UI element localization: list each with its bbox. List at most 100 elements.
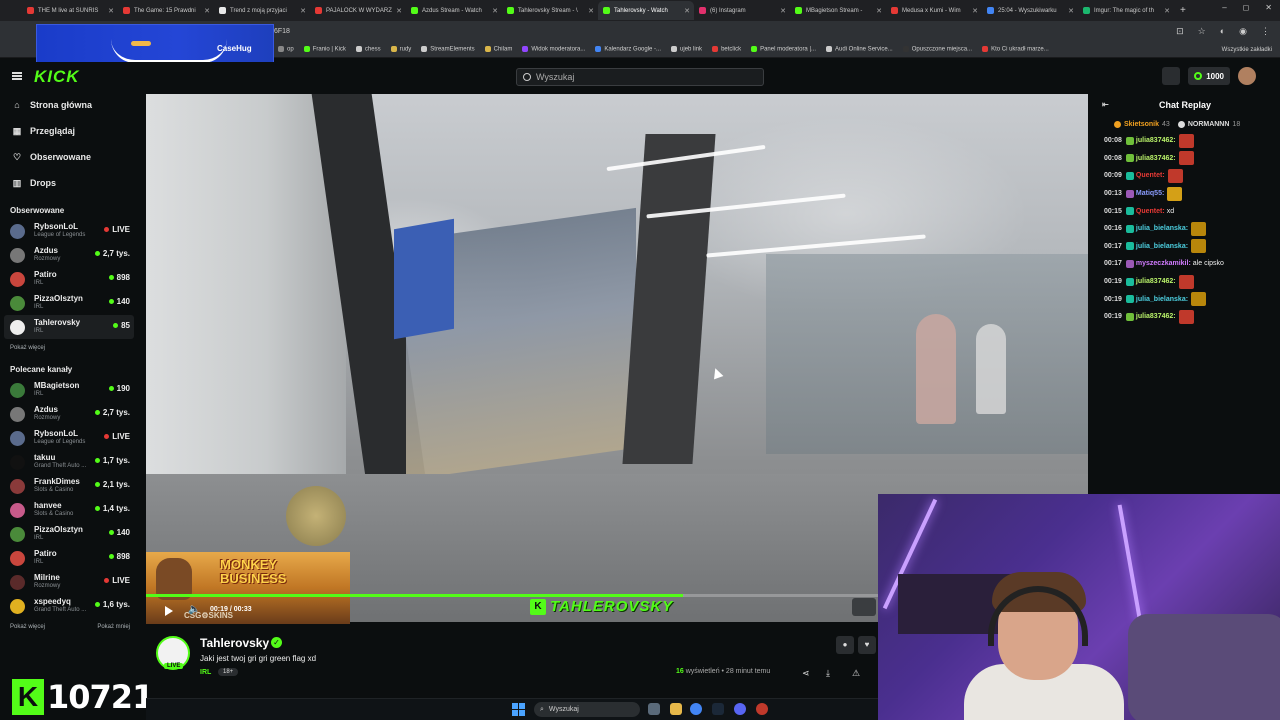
message-username[interactable]: julia837462: xyxy=(1136,155,1176,162)
bookmark-item[interactable]: Kto Ci ukradł marze... xyxy=(982,46,1049,53)
bookmark-item[interactable]: Widok moderatora... xyxy=(522,46,585,53)
tab-close-icon[interactable]: ✕ xyxy=(1068,7,1074,15)
browser-tab[interactable]: Imgur: The magic of th ✕ xyxy=(1078,1,1174,20)
settings-button[interactable] xyxy=(852,598,876,616)
top-gifter[interactable]: Skietsonik 43 xyxy=(1114,120,1170,128)
channel-item[interactable]: PizzaOlsztyn IRL 140 xyxy=(4,291,134,315)
channel-item[interactable]: Tahlerovsky IRL 85 xyxy=(4,315,134,339)
channel-item[interactable]: Azdus Rozmowy 2,7 tys. xyxy=(4,402,134,426)
bookmark-item[interactable]: ujeb link xyxy=(671,46,702,53)
channel-item[interactable]: Milrine Rozmowy LIVE xyxy=(4,570,134,594)
bookmark-item[interactable]: Audi Online Service... xyxy=(826,46,893,53)
chrome-icon[interactable] xyxy=(690,703,702,715)
taskbar-search[interactable]: ⌕ Wyszukaj xyxy=(534,702,640,717)
dashboard-icon[interactable] xyxy=(1162,67,1181,85)
channel-item[interactable]: xspeedyq Grand Theft Auto ... 1,6 tys. xyxy=(4,594,134,618)
message-username[interactable]: julia837462: xyxy=(1136,278,1176,285)
browser-tab[interactable]: THE M live at SUNRIS ✕ xyxy=(22,1,118,20)
bookmark-item[interactable]: Opuszczone miejsca... xyxy=(902,46,972,53)
followed-show-more[interactable]: Pokaż więcej xyxy=(10,345,45,351)
sidebar-nav-item[interactable]: ⌂ Strona główna xyxy=(0,92,140,118)
message-username[interactable]: Quentet: xyxy=(1136,172,1165,179)
hamburger-menu-icon[interactable] xyxy=(12,72,22,80)
window-control-button[interactable]: ◻ xyxy=(1243,3,1250,12)
window-control-button[interactable]: ✕ xyxy=(1265,3,1272,12)
tab-close-icon[interactable]: ✕ xyxy=(300,7,306,15)
all-bookmarks-button[interactable]: Wszystkie zakładki xyxy=(1222,47,1272,53)
bookmark-item[interactable]: chess xyxy=(355,46,381,53)
message-username[interactable]: Matiq55: xyxy=(1136,190,1164,197)
channel-item[interactable]: PizzaOlsztyn IRL 140 xyxy=(4,522,134,546)
bookmark-item[interactable]: StreamElements xyxy=(421,46,475,53)
sidebar-nav-item[interactable]: ♡ Obserwowane xyxy=(0,144,140,170)
user-avatar[interactable] xyxy=(1238,67,1256,85)
bookmark-item[interactable]: Chilam xyxy=(484,46,512,53)
menu-icon[interactable]: ⋮ xyxy=(1261,26,1270,37)
sidebar-nav-item[interactable]: ▥ Drops xyxy=(0,170,140,196)
profile-icon[interactable]: ◉ xyxy=(1239,26,1247,37)
search-input[interactable]: Wyszukaj xyxy=(516,68,764,86)
browser-tab[interactable]: Medusa x Kumi - Wim ✕ xyxy=(886,1,982,20)
browser-tab[interactable]: PAJALOCK W WYDARZ ✕ xyxy=(310,1,406,20)
bookmark-item[interactable]: Franio | Kick xyxy=(303,46,346,53)
volume-icon[interactable]: 🔈 xyxy=(188,604,200,615)
extension-icon[interactable]: ◐ xyxy=(1220,26,1225,37)
bookmark-item[interactable]: Panel moderatora |... xyxy=(751,46,816,53)
channel-item[interactable]: Patiro IRL 898 xyxy=(4,267,134,291)
browser-tab[interactable]: Tahlerovsky Stream - \ ✕ xyxy=(502,1,598,20)
message-username[interactable]: myszeczkamikil: xyxy=(1136,260,1191,267)
channel-item[interactable]: hanvee Slots & Casino 1,4 tys. xyxy=(4,498,134,522)
task-view-icon[interactable] xyxy=(648,703,660,715)
browser-tab[interactable]: Tahlerovsky - Watch ✕ xyxy=(598,1,694,20)
bookmark-item[interactable]: rudy xyxy=(390,46,411,53)
install-icon[interactable]: ⊡ xyxy=(1176,26,1184,37)
channel-item[interactable]: RybsonLoL League of Legends LIVE xyxy=(4,426,134,450)
tab-close-icon[interactable]: ✕ xyxy=(588,7,594,15)
sidebar-nav-item[interactable]: ▦ Przeglądaj xyxy=(0,118,140,144)
progress-bar[interactable] xyxy=(146,594,683,597)
channel-item[interactable]: takuu Grand Theft Auto ... 1,7 tys. xyxy=(4,450,134,474)
browser-tab[interactable]: Azdus Stream - Watch ✕ xyxy=(406,1,502,20)
browser-tab[interactable]: Trend z moją przyjaci ✕ xyxy=(214,1,310,20)
tab-close-icon[interactable]: ✕ xyxy=(204,7,210,15)
channel-item[interactable]: FrankDimes Slots & Casino 2,1 tys. xyxy=(4,474,134,498)
browser-tab[interactable]: MBagietson Stream - ✕ xyxy=(790,1,886,20)
category-link[interactable]: IRL xyxy=(200,669,211,676)
tab-close-icon[interactable]: ✕ xyxy=(972,7,978,15)
tab-close-icon[interactable]: ✕ xyxy=(1164,7,1170,15)
file-explorer-icon[interactable] xyxy=(670,703,682,715)
channel-item[interactable]: RybsonLoL League of Legends LIVE xyxy=(4,219,134,243)
notification-bell-icon[interactable]: ● xyxy=(836,636,854,654)
share-icon[interactable]: ⋖ xyxy=(802,668,810,679)
message-username[interactable]: julia_bielanska: xyxy=(1136,296,1188,303)
channel-item[interactable]: MBagietson IRL 190 xyxy=(4,378,134,402)
channel-item[interactable]: Patiro IRL 898 xyxy=(4,546,134,570)
browser-tab[interactable]: (6) Instagram ✕ xyxy=(694,1,790,20)
app-icon[interactable] xyxy=(756,703,768,715)
url-fragment[interactable]: 6F18 xyxy=(274,28,290,35)
tab-close-icon[interactable]: ✕ xyxy=(780,7,786,15)
report-icon[interactable]: ⚠ xyxy=(852,668,860,679)
tab-close-icon[interactable]: ✕ xyxy=(396,7,402,15)
windows-start-icon[interactable] xyxy=(512,703,525,716)
channel-name[interactable]: Tahlerovsky xyxy=(200,636,269,650)
collapse-chat-icon[interactable]: ⇤ xyxy=(1102,100,1109,109)
recommended-show-more[interactable]: Pokaż więcej xyxy=(10,624,45,630)
bookmark-item[interactable]: Kalendarz Google -... xyxy=(595,46,661,53)
message-username[interactable]: julia_bielanska: xyxy=(1136,225,1188,232)
message-username[interactable]: julia837462: xyxy=(1136,313,1176,320)
message-username[interactable]: Quentet: xyxy=(1136,208,1165,215)
discord-icon[interactable] xyxy=(734,703,746,715)
browser-tab[interactable]: The Game: 15 Prawdni ✕ xyxy=(118,1,214,20)
recommended-show-less[interactable]: Pokaż mniej xyxy=(97,624,130,630)
kick-logo[interactable]: KICK xyxy=(34,67,80,87)
tab-close-icon[interactable]: ✕ xyxy=(492,7,498,15)
message-username[interactable]: julia_bielanska: xyxy=(1136,243,1188,250)
download-icon[interactable]: ⤓ xyxy=(826,668,830,679)
channel-item[interactable]: Azdus Rozmowy 2,7 tys. xyxy=(4,243,134,267)
top-gifter[interactable]: NORMANNN 18 xyxy=(1177,120,1240,128)
follow-heart-icon[interactable]: ♥ xyxy=(858,636,876,654)
bookmark-star-icon[interactable]: ☆ xyxy=(1198,26,1206,37)
play-icon[interactable] xyxy=(165,606,173,616)
tab-close-icon[interactable]: ✕ xyxy=(108,7,114,15)
